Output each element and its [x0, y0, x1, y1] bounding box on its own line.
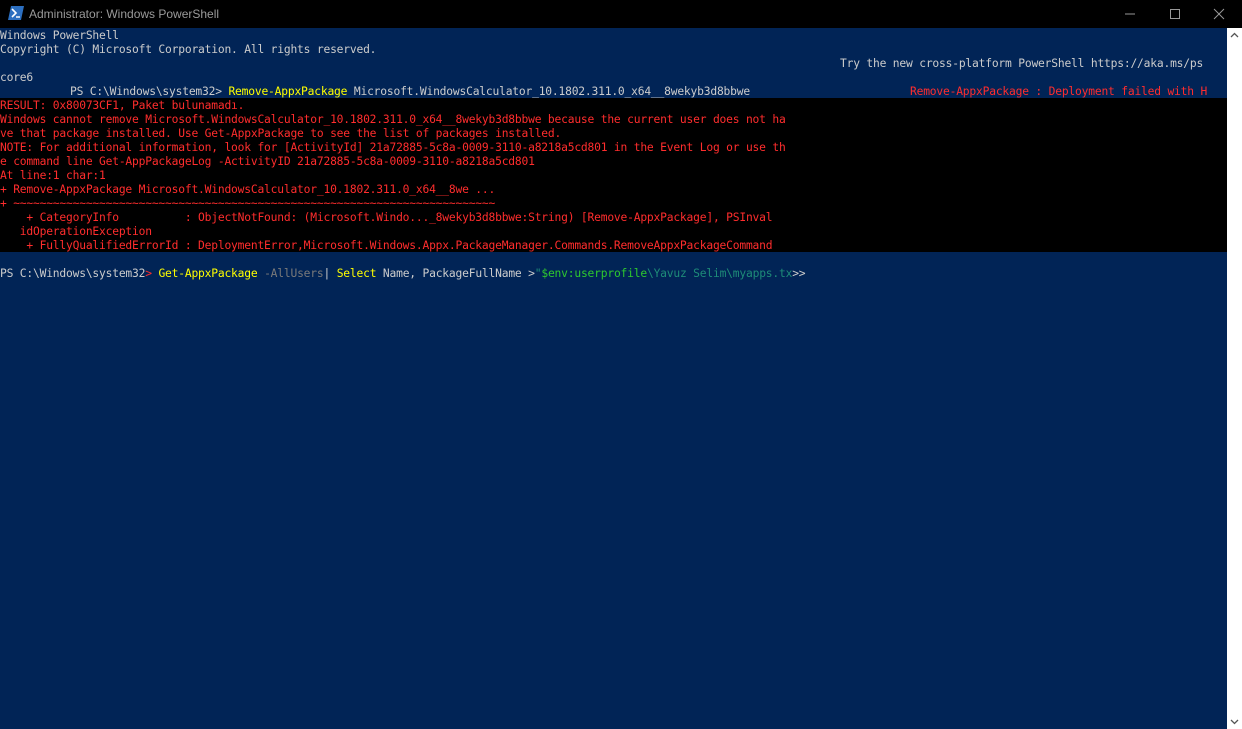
parameter: -AllUsers	[257, 267, 324, 280]
error-line: Windows cannot remove Microsoft.WindowsC…	[0, 113, 786, 126]
window-title: Administrator: Windows PowerShell	[29, 7, 220, 21]
console-output[interactable]: Windows PowerShell Copyright (C) Microso…	[0, 28, 1227, 729]
promo-line-cont: core6	[0, 71, 34, 84]
error-line: idOperationException	[0, 225, 152, 238]
select-fields: Name, PackageFullName >	[376, 267, 535, 280]
prompt: PS C:\Windows\system32	[0, 267, 146, 280]
error-line: NOTE: For additional information, look f…	[0, 141, 786, 154]
error-line: + CategoryInfo : ObjectNotFound: (Micros…	[0, 211, 773, 224]
title-bar[interactable]: Administrator: Windows PowerShell	[0, 0, 1242, 28]
copyright-line: Copyright (C) Microsoft Corporation. All…	[0, 43, 377, 56]
error-line: RESULT: 0x80073CF1, Paket bulunamadı.	[0, 99, 245, 112]
maximize-icon	[1170, 9, 1180, 19]
scroll-up-icon[interactable]	[1230, 31, 1239, 40]
string-path: \Yavuz Selim\myapps.tx	[646, 267, 793, 280]
prompt-gt: >	[145, 267, 159, 280]
promo-line: Try the new cross-platform PowerShell ht…	[840, 57, 1204, 70]
env-variable: $env:userprofile	[541, 267, 647, 280]
maximize-button[interactable]	[1152, 0, 1198, 28]
error-line: + ~~~~~~~~~~~~~~~~~~~~~~~~~~~~~~~~~~~~~~…	[0, 197, 496, 210]
continuation-prompt: >>	[792, 267, 806, 280]
prompt: PS C:\Windows\system32>	[70, 85, 229, 98]
error-line: + Remove-AppxPackage Microsoft.WindowsCa…	[0, 183, 496, 196]
error-line: e command line Get-AppPackageLog -Activi…	[0, 155, 535, 168]
minimize-icon	[1125, 13, 1135, 15]
vertical-scrollbar[interactable]	[1227, 28, 1242, 729]
error-line: At line:1 char:1	[0, 169, 106, 182]
close-button[interactable]	[1196, 0, 1242, 28]
command-line-1: PS C:\Windows\system32> Remove-AppxPacka…	[70, 85, 750, 99]
error-line: + FullyQualifiedErrorId : DeploymentErro…	[0, 239, 773, 252]
command-name: Remove-AppxPackage	[228, 85, 348, 98]
pipe: |	[323, 267, 337, 280]
header-line: Windows PowerShell	[0, 29, 119, 42]
command-argument: Microsoft.WindowsCalculator_10.1802.311.…	[347, 85, 750, 98]
select-command: Select	[336, 267, 377, 280]
scroll-down-icon[interactable]	[1230, 717, 1239, 726]
command-line-2[interactable]: PS C:\Windows\system32> Get-AppxPackage …	[0, 267, 806, 281]
close-icon	[1213, 8, 1225, 20]
command-name: Get-AppxPackage	[158, 267, 258, 280]
powershell-icon	[8, 6, 24, 20]
error-line: ve that package installed. Use Get-AppxP…	[0, 127, 562, 140]
minimize-button[interactable]	[1107, 0, 1153, 28]
error-heading: Remove-AppxPackage : Deployment failed w…	[910, 85, 1208, 98]
